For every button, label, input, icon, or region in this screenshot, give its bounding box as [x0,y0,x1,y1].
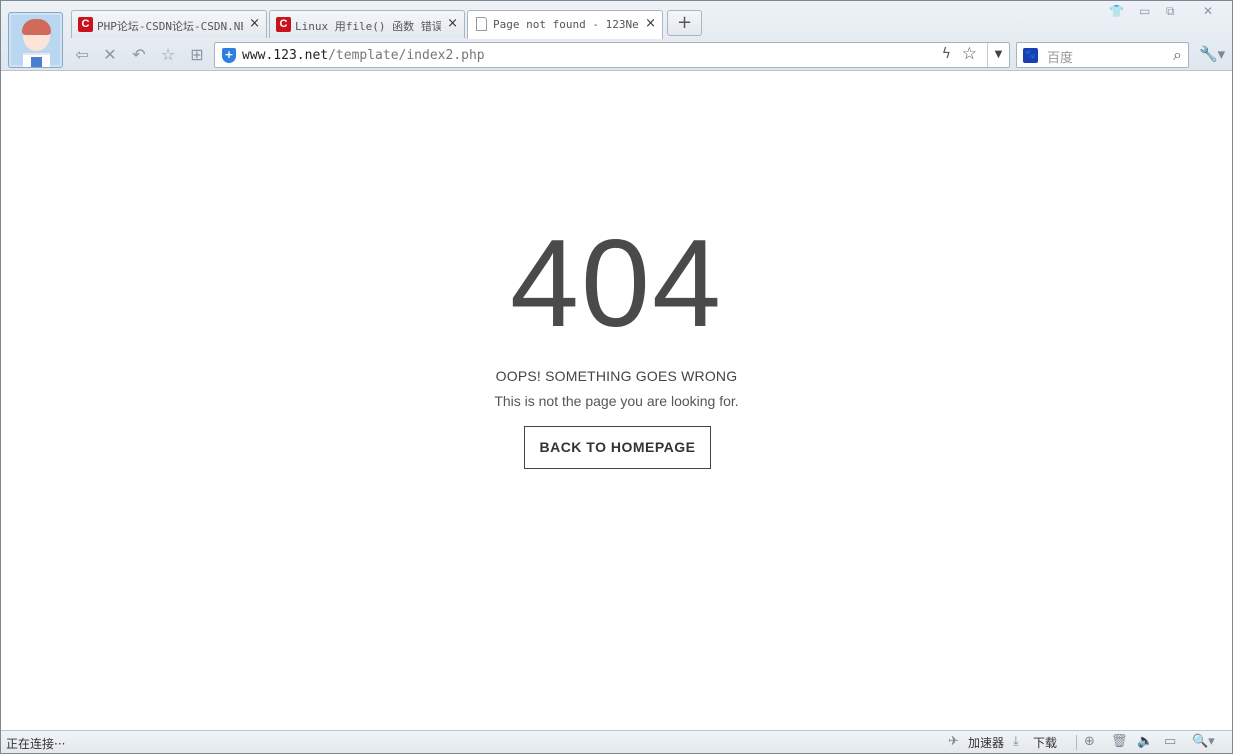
user-avatar[interactable] [8,12,63,68]
accelerator-icon[interactable]: ✈ [948,734,959,749]
tab-php-forum[interactable]: C PHP论坛-CSDN论坛-CSDN.NE × [71,10,267,38]
csdn-favicon-icon: C [78,17,93,32]
status-divider [1076,735,1077,750]
url-text[interactable]: www.123.net/template/index2.php [242,48,485,63]
address-dropdown-icon[interactable]: ▼ [987,43,1009,67]
maximize-icon[interactable]: ⧉ [1166,4,1175,19]
download-icon[interactable]: ⤓ [1013,734,1019,749]
download-label[interactable]: 下载 [1033,734,1057,751]
back-icon[interactable]: ⇦ [71,45,93,65]
minimize-icon[interactable]: ▭ [1139,4,1150,18]
status-bar: 正在连接··· ✈ 加速器 ⤓ 下载 ⊕ 🗑 🔈 ▭ 🔍▾ [1,730,1232,753]
tab-page-not-found[interactable]: Page not found - 123Net × [467,10,663,39]
apps-grid-icon[interactable]: ⊞ [186,45,208,65]
favorites-icon[interactable]: ☆ [157,45,179,65]
error-headline: OOPS! SOMETHING GOES WRONG [495,368,738,384]
close-tab-icon[interactable]: × [447,16,458,31]
stop-icon[interactable]: ✕ [99,45,121,65]
tab-title: Page not found - 123Net [493,18,639,31]
error-code: 404 [510,215,723,353]
status-text: 正在连接··· [6,737,66,751]
window-mode-icon[interactable]: ▭ [1164,734,1176,749]
security-shield-icon: + [222,48,236,63]
browser-toolbar: C PHP论坛-CSDN论坛-CSDN.NE × C Linux 用file()… [1,1,1232,71]
trash-icon[interactable]: 🗑 [1111,734,1128,749]
wrench-tools-icon[interactable]: 🔧▾ [1199,45,1225,63]
close-tab-icon[interactable]: × [249,16,260,31]
search-icon[interactable]: ⌕ [1173,45,1182,65]
skin-icon[interactable]: 👕 [1109,4,1124,18]
bookmark-star-icon[interactable]: ☆ [962,44,977,64]
tab-title: PHP论坛-CSDN论坛-CSDN.NE [97,20,243,33]
error-message: This is not the page you are looking for… [494,393,739,409]
baidu-paw-icon[interactable]: 🐾 [1023,48,1038,63]
undo-close-icon[interactable]: ↶ [128,45,150,65]
csdn-favicon-icon: C [276,17,291,32]
close-window-icon[interactable]: ✕ [1203,4,1213,18]
zoom-icon[interactable]: 🔍▾ [1192,734,1215,749]
address-bar[interactable]: + www.123.net/template/index2.php ϟ ☆ ▼ [214,42,1010,68]
sound-icon[interactable]: 🔈 [1137,734,1153,749]
tab-linux-file[interactable]: C Linux 用file() 函数 错误 × [269,10,465,38]
page-favicon-icon [476,17,487,31]
screenshot-icon[interactable]: ⊕ [1084,734,1095,749]
page-content: 404 OOPS! SOMETHING GOES WRONG This is n… [1,72,1232,730]
search-input[interactable]: 百度 [1047,47,1073,66]
search-box[interactable]: 🐾 百度 ⌕ [1016,42,1189,68]
close-tab-icon[interactable]: × [645,16,656,31]
tab-title: Linux 用file() 函数 错误 [295,20,441,33]
accelerator-label[interactable]: 加速器 [968,734,1004,751]
browser-window: C PHP论坛-CSDN论坛-CSDN.NE × C Linux 用file()… [0,0,1233,754]
new-tab-button[interactable]: + [667,10,702,36]
lightning-icon[interactable]: ϟ [942,46,951,62]
back-to-homepage-button[interactable]: BACK TO HOMEPAGE [524,426,711,469]
